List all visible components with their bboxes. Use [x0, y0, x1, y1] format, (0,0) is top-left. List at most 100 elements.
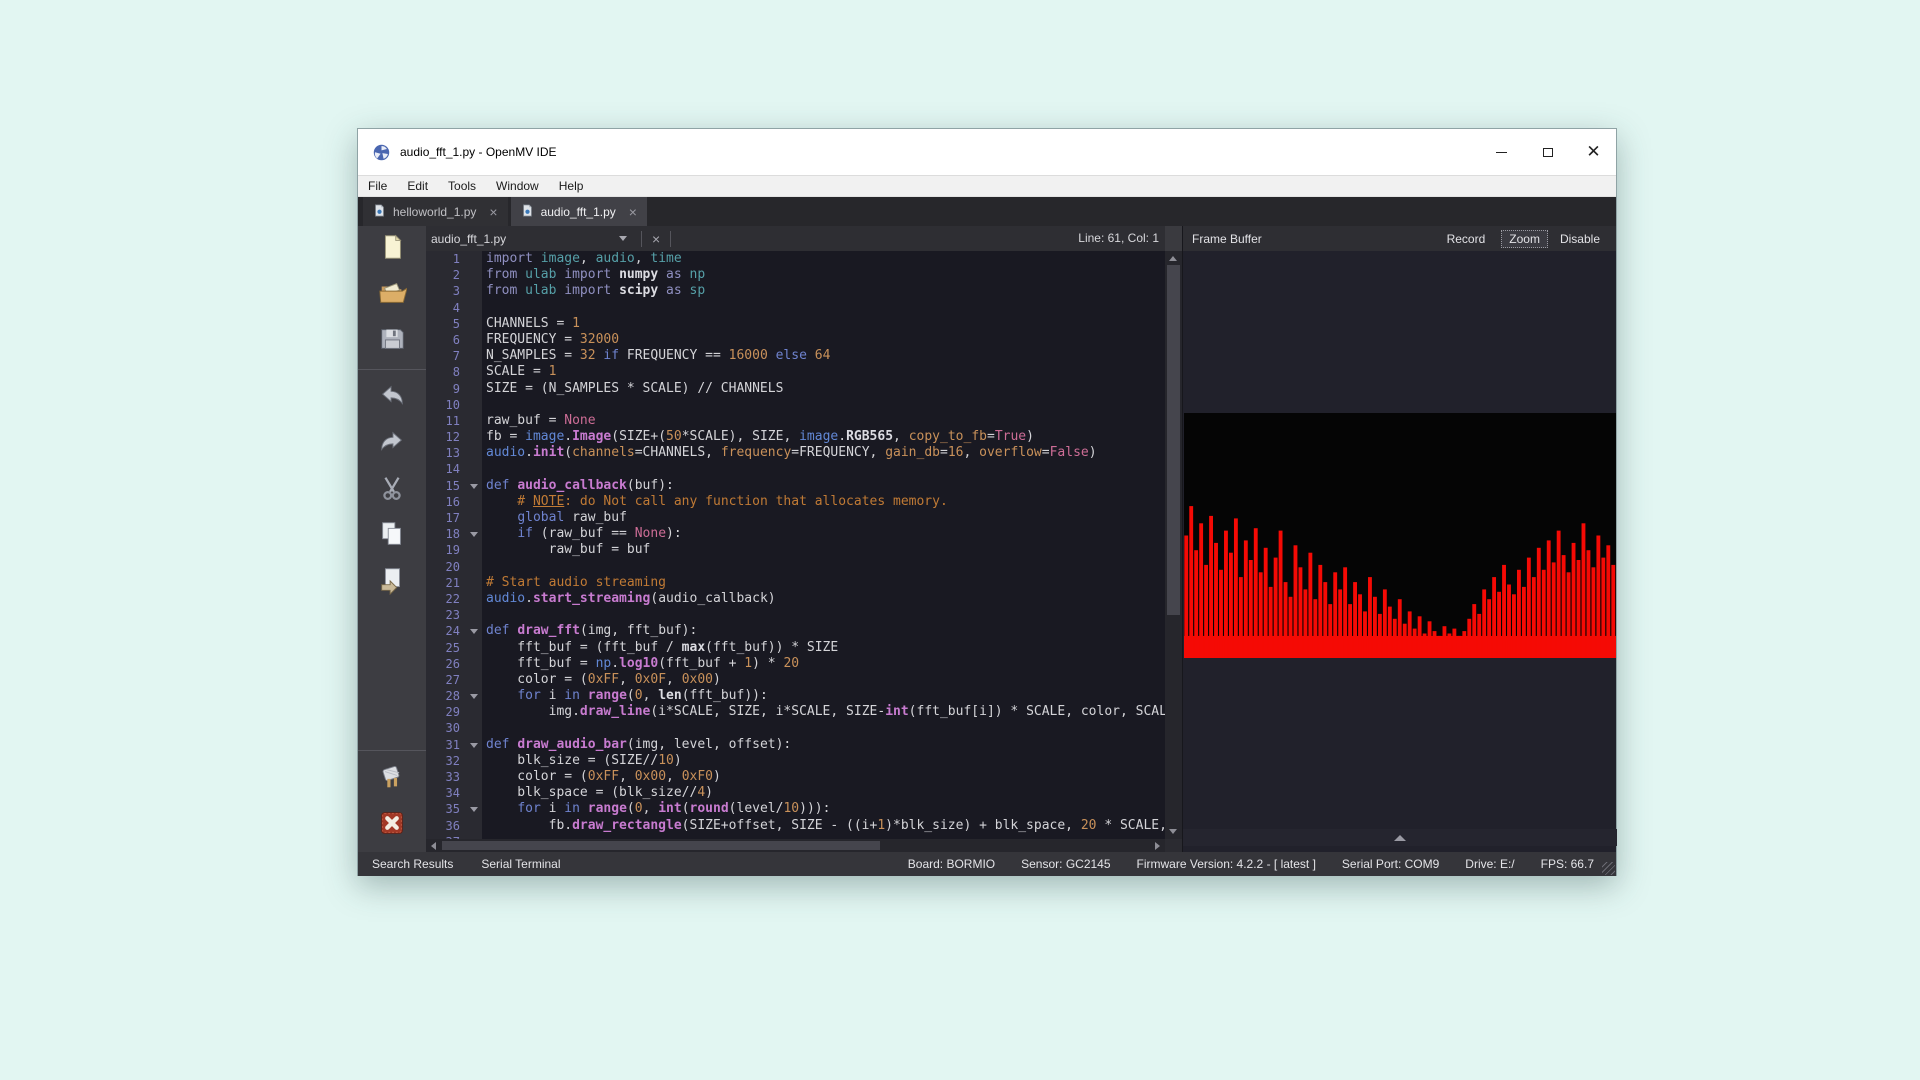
new-file-button[interactable] — [358, 226, 426, 272]
status-bar: Search ResultsSerial Terminal Board: BOR… — [358, 852, 1616, 876]
redo-icon — [377, 427, 407, 462]
code-editor[interactable]: 1import image, audio, time2from ulab imp… — [426, 251, 1165, 839]
scroll-right-icon[interactable] — [1155, 842, 1160, 850]
fold-column — [467, 559, 482, 575]
zoom-button[interactable]: Zoom — [1501, 230, 1548, 248]
fold-marker-icon[interactable] — [467, 737, 482, 753]
fold-column — [467, 445, 482, 461]
code-line: 32 blk_size = (SIZE//10) — [426, 753, 1165, 769]
document-selector-bar: audio_fft_1.py × Line: 61, Col: 1 — [426, 226, 1165, 251]
undo-button[interactable] — [358, 375, 426, 421]
menu-item-edit[interactable]: Edit — [397, 176, 438, 197]
fold-column — [467, 381, 482, 397]
chevron-down-icon[interactable] — [619, 236, 627, 241]
line-number: 26 — [426, 656, 467, 672]
status-tab-search-results[interactable]: Search Results — [372, 857, 453, 871]
record-button[interactable]: Record — [1447, 232, 1486, 246]
cut-button[interactable] — [358, 467, 426, 513]
line-number: 18 — [426, 526, 467, 542]
code-text: color = (0xFF, 0x0F, 0x00) — [482, 672, 721, 688]
scroll-up-icon[interactable] — [1169, 256, 1177, 261]
code-text: SIZE = (N_SAMPLES * SCALE) // CHANNELS — [482, 381, 783, 397]
menu-item-window[interactable]: Window — [486, 176, 549, 197]
tab-close-icon[interactable]: × — [489, 204, 497, 220]
code-text: FREQUENCY = 32000 — [482, 332, 619, 348]
horizontal-scrollbar[interactable] — [426, 839, 1165, 852]
vertical-scrollbar[interactable] — [1165, 251, 1182, 839]
save-file-button[interactable] — [358, 318, 426, 364]
fold-column — [467, 267, 482, 283]
line-number: 11 — [426, 413, 467, 429]
document-close-button[interactable]: × — [648, 231, 664, 247]
code-line: 30 — [426, 720, 1165, 736]
disconnect-button[interactable] — [358, 802, 426, 848]
divider — [641, 231, 642, 247]
close-button[interactable]: ✕ — [1571, 129, 1616, 175]
undo-icon — [377, 381, 407, 416]
fold-marker-icon[interactable] — [467, 623, 482, 639]
redo-button[interactable] — [358, 421, 426, 467]
line-number: 19 — [426, 542, 467, 558]
code-text: global raw_buf — [482, 510, 627, 526]
fold-marker-icon[interactable] — [467, 688, 482, 704]
maximize-button[interactable] — [1525, 129, 1570, 175]
code-line: 15def audio_callback(buf): — [426, 478, 1165, 494]
line-number: 20 — [426, 559, 467, 575]
tab-label: helloworld_1.py — [393, 205, 476, 219]
code-text — [482, 397, 486, 413]
horizontal-scrollbar-thumb[interactable] — [442, 841, 880, 850]
code-text: raw_buf = None — [482, 413, 596, 429]
toolbar-separator — [358, 750, 426, 751]
resize-grip[interactable] — [1602, 862, 1615, 875]
connect-icon — [377, 762, 407, 797]
paste-button[interactable] — [358, 559, 426, 605]
toolbar-separator — [358, 369, 426, 370]
copy-icon — [377, 519, 407, 554]
open-file-button[interactable] — [358, 272, 426, 318]
code-line: 21# Start audio streaming — [426, 575, 1165, 591]
code-text: color = (0xFF, 0x00, 0xF0) — [482, 769, 721, 785]
code-text: raw_buf = buf — [482, 542, 650, 558]
fold-column — [467, 672, 482, 688]
fold-marker-icon[interactable] — [467, 801, 482, 817]
fold-column — [467, 640, 482, 656]
tab-close-icon[interactable]: × — [629, 204, 637, 220]
title-bar[interactable]: audio_fft_1.py - OpenMV IDE ✕ — [358, 129, 1616, 176]
maximize-icon — [1543, 148, 1553, 157]
menu-item-file[interactable]: File — [358, 176, 397, 197]
document-selector[interactable]: audio_fft_1.py — [431, 232, 619, 246]
openmv-ide-window: audio_fft_1.py - OpenMV IDE ✕ FileEditTo… — [357, 128, 1617, 876]
code-line: 19 raw_buf = buf — [426, 542, 1165, 558]
code-line: 12fb = image.Image(SIZE+(50*SCALE), SIZE… — [426, 429, 1165, 445]
line-number: 25 — [426, 640, 467, 656]
fold-column — [467, 704, 482, 720]
fold-column — [467, 251, 482, 267]
code-text — [482, 461, 486, 477]
code-line: 26 fft_buf = np.log10(fft_buf + 1) * 20 — [426, 656, 1165, 672]
tab-audio_fft_1.py[interactable]: audio_fft_1.py× — [511, 197, 647, 226]
menu-item-help[interactable]: Help — [549, 176, 594, 197]
serial-terminal-expand-handle[interactable] — [1183, 829, 1617, 846]
menu-item-tools[interactable]: Tools — [438, 176, 486, 197]
vertical-scrollbar-thumb[interactable] — [1167, 265, 1180, 615]
fold-marker-icon[interactable] — [467, 478, 482, 494]
disable-button[interactable]: Disable — [1560, 232, 1600, 246]
status-tab-serial-terminal[interactable]: Serial Terminal — [481, 857, 560, 871]
copy-button[interactable] — [358, 513, 426, 559]
minimize-button[interactable] — [1479, 129, 1524, 175]
fold-column — [467, 542, 482, 558]
scroll-left-icon[interactable] — [431, 842, 436, 850]
code-line: 27 color = (0xFF, 0x0F, 0x00) — [426, 672, 1165, 688]
tab-helloworld_1.py[interactable]: helloworld_1.py × — [363, 197, 508, 226]
connect-button[interactable] — [358, 756, 426, 802]
scroll-down-icon[interactable] — [1169, 829, 1177, 834]
status-info-drive: Drive: E:/ — [1465, 857, 1514, 871]
code-line: 9 SIZE = (N_SAMPLES * SCALE) // CHANNELS — [426, 381, 1165, 397]
fold-marker-icon[interactable] — [467, 526, 482, 542]
line-number: 6 — [426, 332, 467, 348]
line-number: 9 — [426, 381, 467, 397]
cursor-position: Line: 61, Col: 1 — [1078, 226, 1159, 251]
line-number: 14 — [426, 461, 467, 477]
status-info-fps: FPS: 66.7 — [1541, 857, 1594, 871]
python-file-icon — [373, 204, 386, 219]
